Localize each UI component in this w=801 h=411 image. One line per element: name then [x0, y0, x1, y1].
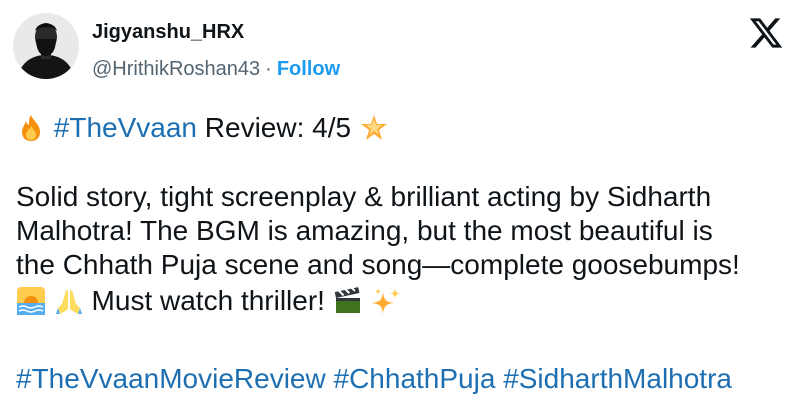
hashtag-chhathpuja[interactable]: #ChhathPuja [334, 363, 496, 394]
post-body-line: the Chhath Puja scene and song—complete … [16, 249, 740, 280]
author-name[interactable]: Jigyanshu_HRX [92, 20, 244, 44]
tweet-card: Jigyanshu_HRX @HrithikRoshan43 · Follow #T… [0, 0, 801, 411]
hashtag-thevvaanmoviereview[interactable]: #TheVvaanMovieReview [16, 363, 326, 394]
sunrise-over-water-icon [16, 286, 46, 323]
clapper-board-icon [333, 285, 363, 323]
post-body-line: Solid story, tight screenplay & brillian… [16, 181, 712, 212]
hashtag-thevvaan[interactable]: #TheVvaan [54, 112, 197, 143]
hashtag-sidharthmalhotra[interactable]: #SidharthMalhotra [503, 363, 732, 394]
star-icon [359, 113, 389, 150]
post-hashtags: #TheVvaanMovieReview #ChhathPuja #Sidhar… [16, 363, 785, 395]
closing-text: Must watch thriller! [83, 285, 333, 316]
headline-text: Review: 4/5 [197, 112, 359, 143]
author-meta: @HrithikRoshan43 · Follow [92, 57, 340, 81]
profile-photo-icon [13, 13, 79, 79]
post-closing-line: Must watch thriller! [16, 285, 785, 323]
post-headline: #TheVvaan Review: 4/5 [16, 112, 785, 150]
folded-hands-icon [54, 286, 84, 323]
author-handle[interactable]: @HrithikRoshan43 [92, 58, 260, 80]
post-body-line: Malhotra! The BGM is amazing, but the mo… [16, 215, 713, 246]
separator-dot: · [265, 58, 272, 80]
avatar[interactable] [13, 13, 79, 79]
follow-button[interactable]: Follow [277, 58, 340, 80]
fire-icon [16, 113, 46, 150]
x-logo-icon[interactable] [748, 15, 784, 51]
sparkles-icon [371, 286, 401, 323]
